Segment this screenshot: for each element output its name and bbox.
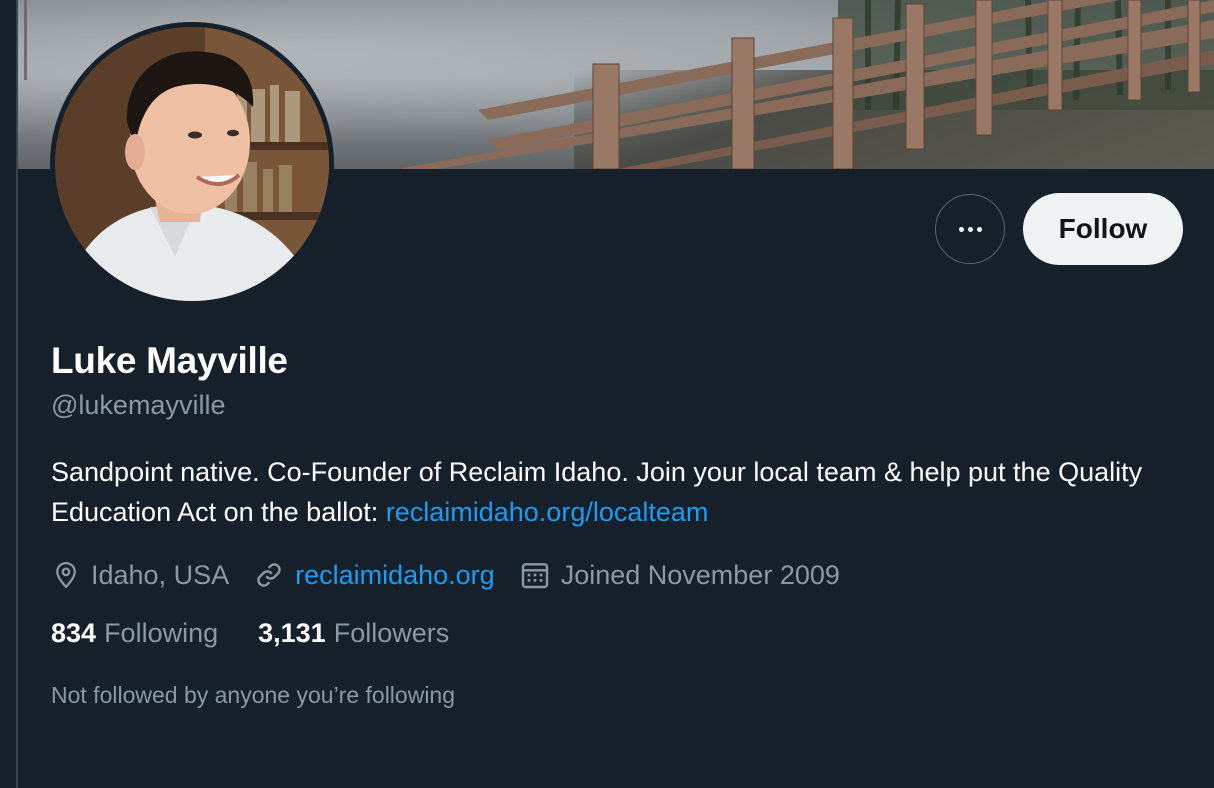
avatar-border xyxy=(50,22,334,306)
bio-link[interactable]: reclaimidaho.org/localteam xyxy=(386,497,709,527)
joined-item: Joined November 2009 xyxy=(519,559,840,591)
following-label: Following xyxy=(104,618,219,648)
calendar-icon xyxy=(521,563,548,589)
location-pin-icon xyxy=(56,561,76,589)
avatar[interactable] xyxy=(55,27,329,301)
link-icon xyxy=(257,563,281,587)
following-count: 834 xyxy=(51,618,97,648)
profile-header: Follow Luke Mayville @lukemayville Sandp… xyxy=(18,0,1214,788)
follow-button[interactable]: Follow xyxy=(1023,193,1183,265)
profile-meta: Idaho, USA reclaimidaho.org Joined Novem… xyxy=(51,556,864,594)
not-followed-notice: Not followed by anyone you’re following xyxy=(51,682,456,708)
follow-stats: 834 Following 3,131 Followers xyxy=(51,618,489,649)
profile-display-name: Luke Mayville xyxy=(51,340,288,381)
followers-count: 3,131 xyxy=(258,618,326,648)
profile-bio: Sandpoint native. Co-Founder of Reclaim … xyxy=(51,452,1181,532)
avatar-photo xyxy=(55,27,329,301)
timeline-border xyxy=(0,0,18,788)
followers-label: Followers xyxy=(333,618,450,648)
following-link[interactable]: 834 Following xyxy=(51,618,218,649)
location-item: Idaho, USA xyxy=(51,559,229,591)
location-text: Idaho, USA xyxy=(91,559,230,590)
profile-handle: @lukemayville xyxy=(51,390,226,420)
website-item[interactable]: reclaimidaho.org xyxy=(253,559,495,591)
joined-date: Joined November 2009 xyxy=(560,559,840,590)
followers-link[interactable]: 3,131 Followers xyxy=(258,618,449,649)
more-horizontal-icon xyxy=(958,226,982,232)
more-options-button[interactable] xyxy=(935,194,1005,264)
website-link[interactable]: reclaimidaho.org xyxy=(295,560,495,591)
